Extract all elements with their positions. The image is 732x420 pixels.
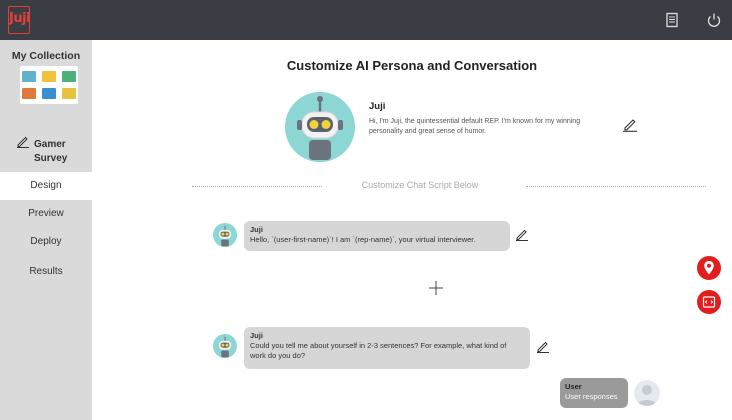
divider-left bbox=[192, 186, 322, 187]
document-icon[interactable] bbox=[664, 12, 680, 28]
pencil-icon[interactable] bbox=[622, 116, 638, 132]
message-speaker: Juji bbox=[250, 331, 263, 340]
chat-bubble[interactable]: Juji Could you tell me about yourself in… bbox=[244, 327, 530, 369]
bot-avatar bbox=[213, 334, 237, 358]
logo-icon[interactable]: Juji bbox=[8, 6, 31, 34]
survey-label[interactable]: Gamer Survey bbox=[34, 138, 84, 166]
pencil-icon[interactable] bbox=[16, 134, 30, 148]
persona-name: Juji bbox=[369, 101, 386, 112]
user-speaker: User bbox=[565, 382, 582, 391]
message-speaker: Juji bbox=[250, 225, 263, 234]
bot-avatar bbox=[213, 223, 237, 247]
nav-design[interactable]: Design bbox=[0, 172, 92, 200]
persona-avatar[interactable] bbox=[285, 92, 355, 162]
top-bar: Juji bbox=[0, 0, 732, 40]
embed-code-button[interactable] bbox=[697, 290, 721, 314]
nav-deploy[interactable]: Deploy bbox=[0, 228, 92, 256]
pencil-icon[interactable] bbox=[536, 339, 550, 353]
code-icon bbox=[702, 296, 716, 308]
power-icon[interactable] bbox=[706, 12, 722, 28]
script-divider-label: Customize Chat Script Below bbox=[361, 180, 479, 190]
chat-bubble[interactable]: Juji Hello, `(user-first-name)`! I am `(… bbox=[244, 221, 510, 251]
robot-icon bbox=[218, 336, 232, 358]
nav-preview[interactable]: Preview bbox=[0, 200, 92, 228]
user-chat-bubble[interactable]: User User responses bbox=[560, 378, 628, 408]
pencil-icon[interactable] bbox=[515, 227, 529, 241]
message-text: Hello, `(user-first-name)`! I am `(rep-n… bbox=[250, 235, 476, 244]
plus-icon[interactable] bbox=[428, 280, 444, 296]
location-pin-icon bbox=[704, 261, 714, 275]
location-button[interactable] bbox=[697, 256, 721, 280]
robot-icon bbox=[218, 225, 232, 247]
collection-thumbnail[interactable] bbox=[20, 66, 78, 104]
user-icon bbox=[637, 385, 657, 406]
user-avatar bbox=[634, 380, 660, 406]
robot-icon bbox=[297, 96, 343, 160]
persona-description: Hi, I'm Juji, the quintessential default… bbox=[369, 118, 581, 135]
user-message-text: User responses bbox=[565, 392, 618, 401]
collection-title[interactable]: My Collection bbox=[0, 50, 92, 62]
nav-results[interactable]: Results bbox=[0, 258, 92, 286]
message-text: Could you tell me about yourself in 2-3 … bbox=[250, 341, 507, 360]
page-title: Customize AI Persona and Conversation bbox=[286, 58, 538, 73]
divider-right bbox=[526, 186, 706, 187]
